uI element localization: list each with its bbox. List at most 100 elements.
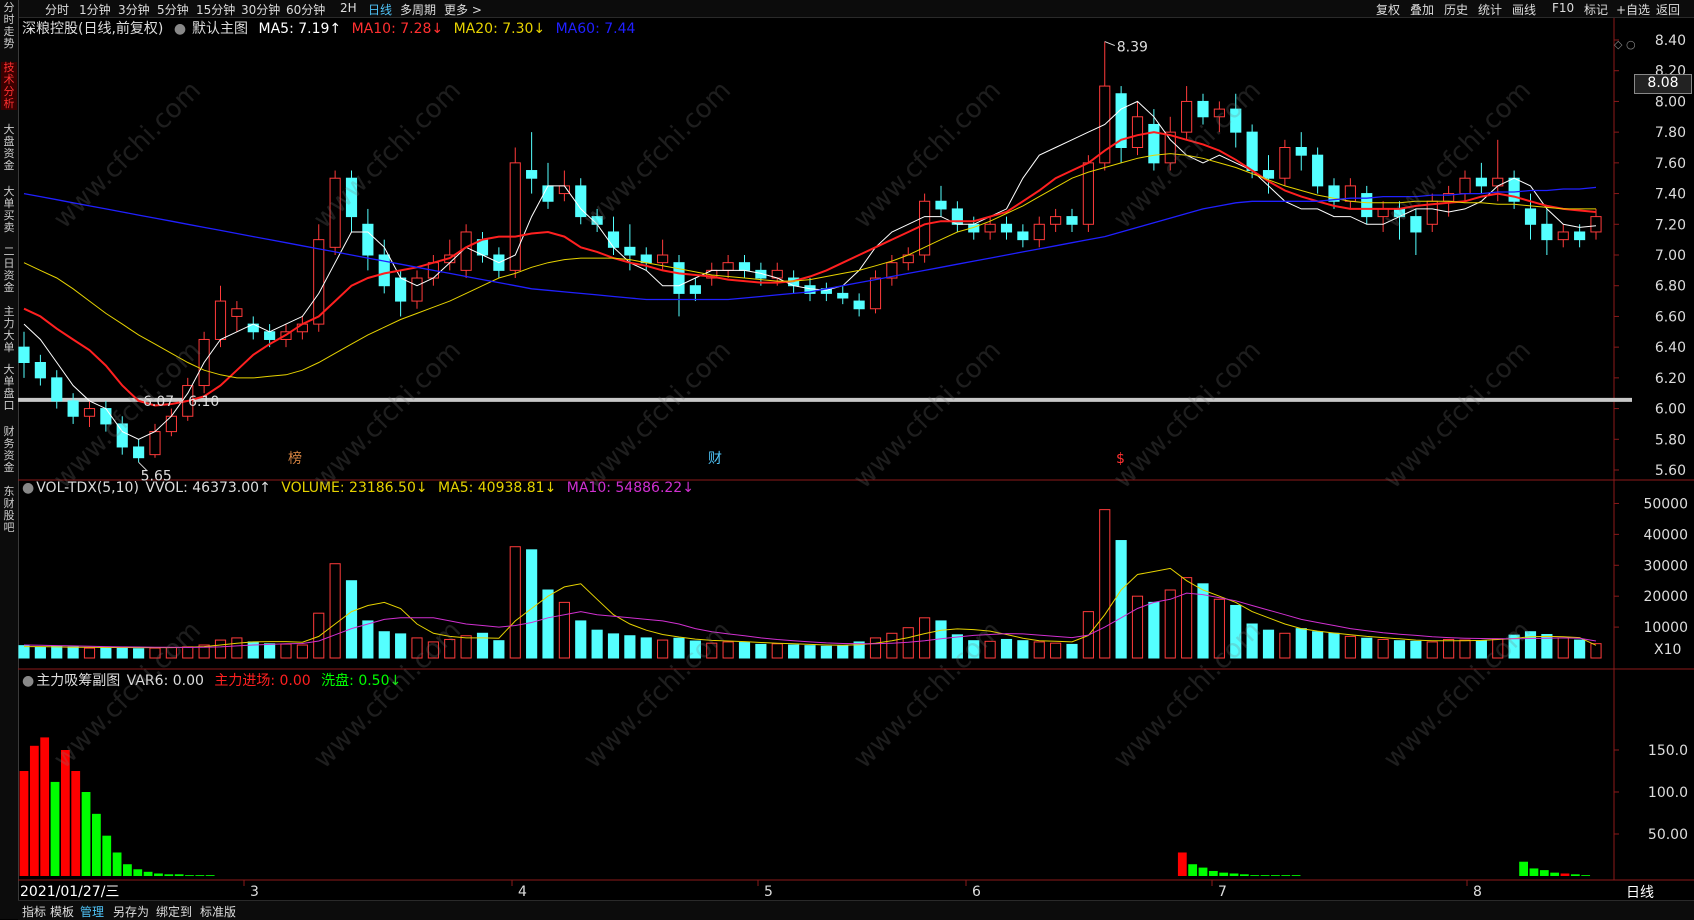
volume-bar xyxy=(804,645,816,659)
period-tab-2[interactable]: 3分钟 xyxy=(118,1,150,18)
stock-chart[interactable]: 8.408.208.007.807.607.407.207.006.806.60… xyxy=(18,18,1694,900)
bottom-tool-4[interactable]: 绑定到 xyxy=(156,903,192,920)
toolbar-button-0[interactable]: 复权 xyxy=(1376,1,1400,18)
left-tab-6[interactable]: 大单盘口 xyxy=(1,364,17,412)
volume-bar xyxy=(1393,640,1406,659)
left-tab-8[interactable]: 东财股吧 xyxy=(1,486,17,534)
wash-value: 洗盘: 0.50↓ xyxy=(321,673,402,689)
sub-indicator-name[interactable]: 主力吸筹副图 xyxy=(36,673,120,689)
volume-bar xyxy=(886,632,898,659)
candle-body xyxy=(1017,231,1029,241)
volume-indicator-name[interactable]: VOL-TDX(5,10) xyxy=(36,480,139,496)
month-label: 6 xyxy=(972,884,981,900)
period-tab-9[interactable]: 多周期 xyxy=(400,1,436,18)
volume-bar xyxy=(1131,595,1144,659)
toolbar-button-6[interactable]: 标记 xyxy=(1584,1,1608,18)
candle-body xyxy=(264,331,276,340)
sub-indicator-bar xyxy=(1281,875,1291,876)
toolbar-button-2[interactable]: 历史 xyxy=(1444,1,1468,18)
toolbar-button-7[interactable]: +自选 xyxy=(1616,1,1650,18)
indicator-settings-icon[interactable]: ● xyxy=(22,480,34,496)
toolbar-button-8[interactable]: 返回 xyxy=(1656,1,1680,18)
period-tab-3[interactable]: 5分钟 xyxy=(157,1,189,18)
period-tab-6[interactable]: 60分钟 xyxy=(286,1,325,18)
left-tab-2[interactable]: 大盘资金 xyxy=(1,124,17,172)
sub-axis-label: 150.0 xyxy=(1648,743,1688,759)
sub-indicator-bar xyxy=(185,875,194,876)
left-tab-3[interactable]: 大单买卖 xyxy=(1,186,17,234)
vol-axis-label: 40000 xyxy=(1643,527,1688,543)
left-tab-4[interactable]: 二日资金 xyxy=(1,246,17,294)
main-chart-name[interactable]: 默认主图 xyxy=(192,21,248,37)
volume-bar xyxy=(673,637,685,659)
period-tab-10[interactable]: 更多 > xyxy=(444,1,482,18)
left-tab-7[interactable]: 财务资金 xyxy=(1,426,17,474)
sub-indicator-bar xyxy=(102,835,112,876)
ma-line-ma20 xyxy=(23,153,1596,379)
sub-indicator-bar xyxy=(1219,872,1229,876)
candle-body xyxy=(1050,216,1062,225)
candle-body xyxy=(345,177,358,218)
volume-bar xyxy=(133,648,145,659)
bottom-tool-2[interactable]: 管理 xyxy=(80,903,104,920)
candle-body xyxy=(1246,131,1258,172)
sub-indicator-bar xyxy=(112,852,122,876)
volume-bar xyxy=(1312,631,1324,659)
left-tab-5[interactable]: 主力大单 xyxy=(1,306,17,354)
var6-value: VAR6: 0.00 xyxy=(126,673,204,689)
period-tab-4[interactable]: 15分钟 xyxy=(196,1,235,18)
volume-bar xyxy=(1017,640,1029,659)
vol-unit-label: X10 xyxy=(1654,642,1681,658)
sub-indicator-bar xyxy=(29,745,39,876)
candle-body xyxy=(673,262,685,294)
bottom-tool-1[interactable]: 模板 xyxy=(50,903,74,920)
collapse-icon: ◇ ○ xyxy=(1614,38,1636,51)
candle-body xyxy=(100,408,112,425)
candle-body xyxy=(837,292,849,299)
volume-bar xyxy=(1475,640,1487,659)
period-tab-1[interactable]: 1分钟 xyxy=(79,1,111,18)
volume-bar xyxy=(165,646,177,659)
sub-settings-icon[interactable]: ● xyxy=(22,673,34,689)
chart-settings-icon[interactable]: ● xyxy=(174,21,186,37)
ma60-value: MA60: 7.44 xyxy=(555,21,636,37)
toolbar-button-5[interactable]: F10 xyxy=(1552,1,1574,15)
volume-bar xyxy=(280,643,292,659)
bottom-tool-5[interactable]: 标准版 xyxy=(200,903,236,920)
candle-body xyxy=(984,223,996,233)
price-axis-label: 6.80 xyxy=(1655,279,1686,295)
volume-bar xyxy=(1279,632,1291,659)
volume-bar xyxy=(837,645,849,659)
volume-bar xyxy=(1426,641,1438,659)
period-tab-7[interactable]: 2H xyxy=(340,1,357,15)
toolbar-button-4[interactable]: 画线 xyxy=(1512,1,1536,18)
volume-bar xyxy=(116,646,128,659)
volume-bar xyxy=(689,640,701,659)
volume-bar xyxy=(640,637,652,659)
bottom-tool-0[interactable]: 指标 xyxy=(22,903,46,920)
month-label: 5 xyxy=(764,884,773,900)
left-tab-1[interactable]: 技术分析 xyxy=(1,62,17,110)
toolbar-button-1[interactable]: 叠加 xyxy=(1410,1,1434,18)
volume-bar xyxy=(1295,628,1307,659)
sub-indicator-bar xyxy=(133,869,143,876)
volume-bar xyxy=(738,642,751,659)
sub-indicator-bar xyxy=(1250,875,1260,876)
sub-indicator-bar xyxy=(1239,874,1249,876)
candle-body xyxy=(362,223,374,256)
volume-bar xyxy=(509,546,521,659)
volume-bar xyxy=(951,634,963,659)
volume-bar xyxy=(476,632,489,659)
month-label: 4 xyxy=(518,884,527,900)
period-tab-8[interactable]: 日线 xyxy=(368,1,392,18)
candle-body xyxy=(935,200,947,210)
left-tab-0[interactable]: 分时走势 xyxy=(1,2,17,50)
toolbar-button-3[interactable]: 统计 xyxy=(1478,1,1502,18)
bottom-tool-3[interactable]: 另存为 xyxy=(113,903,149,920)
candle-body xyxy=(313,239,325,325)
sub-axis-label: 100.0 xyxy=(1648,785,1688,801)
period-tab-5[interactable]: 30分钟 xyxy=(241,1,280,18)
candle-body xyxy=(149,431,161,456)
period-tab-0[interactable]: 分时 xyxy=(45,1,69,18)
volume-bar xyxy=(575,620,587,659)
